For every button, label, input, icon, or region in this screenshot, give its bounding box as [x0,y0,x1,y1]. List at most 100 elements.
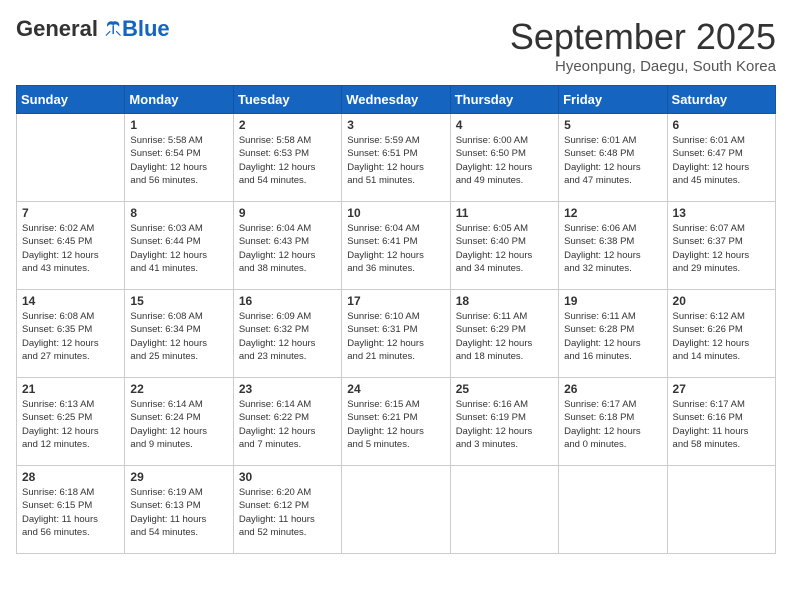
day-number: 10 [347,206,444,220]
day-info: Sunrise: 6:11 AM Sunset: 6:28 PM Dayligh… [564,310,661,363]
day-info: Sunrise: 6:01 AM Sunset: 6:47 PM Dayligh… [673,134,770,187]
day-info: Sunrise: 6:09 AM Sunset: 6:32 PM Dayligh… [239,310,336,363]
day-number: 21 [22,382,119,396]
day-info: Sunrise: 5:58 AM Sunset: 6:54 PM Dayligh… [130,134,227,187]
day-number: 9 [239,206,336,220]
weekday-header: Tuesday [233,86,341,114]
location-subtitle: Hyeonpung, Daegu, South Korea [510,58,776,75]
month-title: September 2025 [510,16,776,58]
day-cell: 8 Sunrise: 6:03 AM Sunset: 6:44 PM Daylig… [125,202,233,290]
title-block: September 2025 Hyeonpung, Daegu, South K… [510,16,776,75]
day-info: Sunrise: 6:07 AM Sunset: 6:37 PM Dayligh… [673,222,770,275]
day-info: Sunrise: 6:15 AM Sunset: 6:21 PM Dayligh… [347,398,444,451]
day-cell: 7Sunrise: 6:02 AM Sunset: 6:45 PM Daylig… [17,202,125,290]
day-number: 13 [673,206,770,220]
weekday-header: Wednesday [342,86,450,114]
week-row: 7Sunrise: 6:02 AM Sunset: 6:45 PM Daylig… [17,202,776,290]
day-number: 14 [22,294,119,308]
day-number: 23 [239,382,336,396]
day-info: Sunrise: 6:16 AM Sunset: 6:19 PM Dayligh… [456,398,553,451]
weekday-header: Sunday [17,86,125,114]
day-number: 27 [673,382,770,396]
day-info: Sunrise: 6:14 AM Sunset: 6:24 PM Dayligh… [130,398,227,451]
week-row: 28 Sunrise: 6:18 AM Sunset: 6:15 PM Dayli… [17,466,776,554]
day-cell: 19 Sunrise: 6:11 AM Sunset: 6:28 PM Dayli… [559,290,667,378]
week-row: 14 Sunrise: 6:08 AM Sunset: 6:35 PM Dayli… [17,290,776,378]
day-cell: 10 Sunrise: 6:04 AM Sunset: 6:41 PM Dayli… [342,202,450,290]
day-info: Sunrise: 6:18 AM Sunset: 6:15 PM Dayligh… [22,486,119,539]
day-number: 2 [239,118,336,132]
day-number: 5 [564,118,661,132]
day-number: 1 [130,118,227,132]
day-cell: 16 Sunrise: 6:09 AM Sunset: 6:32 PM Dayli… [233,290,341,378]
calendar-table: SundayMondayTuesdayWednesdayThursdayFrid… [16,85,776,554]
day-cell: 18 Sunrise: 6:11 AM Sunset: 6:29 PM Dayli… [450,290,558,378]
day-cell: 15Sunrise: 6:08 AM Sunset: 6:34 PM Dayli… [125,290,233,378]
empty-cell [342,466,450,554]
empty-cell [667,466,775,554]
day-number: 7 [22,206,119,220]
day-number: 30 [239,470,336,484]
logo: General Blue [16,16,170,42]
day-number: 19 [564,294,661,308]
day-number: 26 [564,382,661,396]
day-cell: 30 Sunrise: 6:20 AM Sunset: 6:12 PM Dayli… [233,466,341,554]
day-cell: 11 Sunrise: 6:05 AM Sunset: 6:40 PM Dayli… [450,202,558,290]
day-cell: 17 Sunrise: 6:10 AM Sunset: 6:31 PM Dayli… [342,290,450,378]
day-number: 15 [130,294,227,308]
day-info: Sunrise: 6:06 AM Sunset: 6:38 PM Dayligh… [564,222,661,275]
day-cell: 26 Sunrise: 6:17 AM Sunset: 6:18 PM Dayli… [559,378,667,466]
day-info: Sunrise: 6:00 AM Sunset: 6:50 PM Dayligh… [456,134,553,187]
day-number: 11 [456,206,553,220]
day-info: Sunrise: 6:17 AM Sunset: 6:18 PM Dayligh… [564,398,661,451]
empty-cell [450,466,558,554]
day-cell: 27 Sunrise: 6:17 AM Sunset: 6:16 PM Dayli… [667,378,775,466]
day-cell: 12 Sunrise: 6:06 AM Sunset: 6:38 PM Dayli… [559,202,667,290]
day-cell: 24Sunrise: 6:15 AM Sunset: 6:21 PM Dayli… [342,378,450,466]
day-cell: 25 Sunrise: 6:16 AM Sunset: 6:19 PM Dayli… [450,378,558,466]
day-number: 16 [239,294,336,308]
day-info: Sunrise: 6:14 AM Sunset: 6:22 PM Dayligh… [239,398,336,451]
day-info: Sunrise: 5:58 AM Sunset: 6:53 PM Dayligh… [239,134,336,187]
logo-blue: Blue [122,16,170,42]
day-number: 29 [130,470,227,484]
bird-icon [100,18,122,40]
day-cell: 23 Sunrise: 6:14 AM Sunset: 6:22 PM Dayli… [233,378,341,466]
day-cell: 1 Sunrise: 5:58 AM Sunset: 6:54 PM Daylig… [125,114,233,202]
day-info: Sunrise: 6:17 AM Sunset: 6:16 PM Dayligh… [673,398,770,451]
day-info: Sunrise: 6:04 AM Sunset: 6:43 PM Dayligh… [239,222,336,275]
day-number: 28 [22,470,119,484]
day-info: Sunrise: 6:10 AM Sunset: 6:31 PM Dayligh… [347,310,444,363]
day-number: 20 [673,294,770,308]
day-cell: 3Sunrise: 5:59 AM Sunset: 6:51 PM Daylig… [342,114,450,202]
day-number: 3 [347,118,444,132]
day-info: Sunrise: 6:04 AM Sunset: 6:41 PM Dayligh… [347,222,444,275]
logo-general: General [16,16,98,42]
day-info: Sunrise: 6:03 AM Sunset: 6:44 PM Dayligh… [130,222,227,275]
weekday-header: Friday [559,86,667,114]
empty-cell [559,466,667,554]
day-info: Sunrise: 6:19 AM Sunset: 6:13 PM Dayligh… [130,486,227,539]
weekday-header: Monday [125,86,233,114]
day-info: Sunrise: 6:20 AM Sunset: 6:12 PM Dayligh… [239,486,336,539]
day-number: 22 [130,382,227,396]
day-cell: 20Sunrise: 6:12 AM Sunset: 6:26 PM Dayli… [667,290,775,378]
day-info: Sunrise: 6:08 AM Sunset: 6:35 PM Dayligh… [22,310,119,363]
day-number: 18 [456,294,553,308]
day-number: 17 [347,294,444,308]
day-number: 6 [673,118,770,132]
day-info: Sunrise: 6:11 AM Sunset: 6:29 PM Dayligh… [456,310,553,363]
day-cell: 6 Sunrise: 6:01 AM Sunset: 6:47 PM Daylig… [667,114,775,202]
day-number: 8 [130,206,227,220]
day-cell: 13 Sunrise: 6:07 AM Sunset: 6:37 PM Dayli… [667,202,775,290]
weekday-header: Saturday [667,86,775,114]
day-cell: 4 Sunrise: 6:00 AM Sunset: 6:50 PM Daylig… [450,114,558,202]
day-cell: 2 Sunrise: 5:58 AM Sunset: 6:53 PM Daylig… [233,114,341,202]
weekday-header: Thursday [450,86,558,114]
day-number: 4 [456,118,553,132]
day-info: Sunrise: 6:13 AM Sunset: 6:25 PM Dayligh… [22,398,119,451]
day-number: 25 [456,382,553,396]
day-cell: 29 Sunrise: 6:19 AM Sunset: 6:13 PM Dayli… [125,466,233,554]
day-info: Sunrise: 6:05 AM Sunset: 6:40 PM Dayligh… [456,222,553,275]
day-number: 12 [564,206,661,220]
